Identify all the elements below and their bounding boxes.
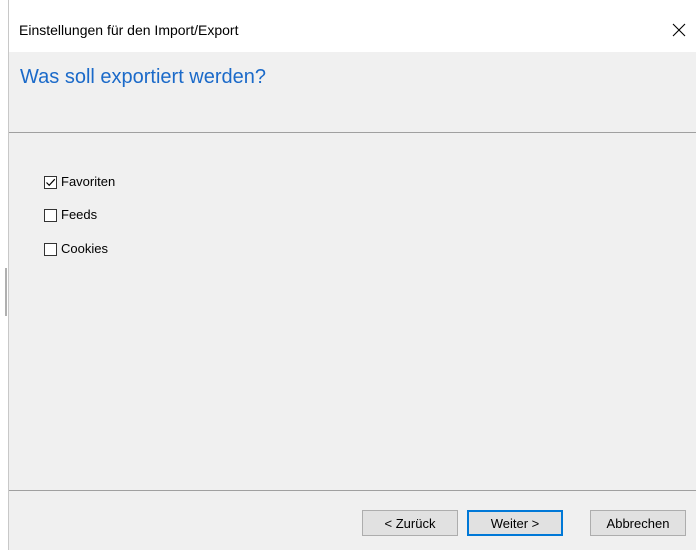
page-title: Was soll exportiert werden? bbox=[20, 66, 267, 88]
export-settings-dialog: Einstellungen für den Import/Export Was … bbox=[8, 0, 696, 550]
back-button[interactable]: < Zurück bbox=[362, 510, 458, 536]
window-title: Einstellungen für den Import/Export bbox=[19, 22, 239, 38]
background-window-edge bbox=[5, 268, 7, 316]
option-cookies[interactable]: Cookies bbox=[44, 240, 108, 258]
option-label-favoriten: Favoriten bbox=[61, 174, 116, 189]
wizard-footer: < Zurück Weiter > Abbrechen bbox=[9, 491, 696, 550]
checkbox-cookies[interactable] bbox=[44, 242, 57, 256]
option-label-cookies: Cookies bbox=[61, 241, 108, 256]
close-icon bbox=[672, 23, 686, 37]
wizard-header: Was soll exportiert werden? bbox=[9, 52, 696, 132]
title-bar: Einstellungen für den Import/Export bbox=[9, 0, 696, 52]
next-button[interactable]: Weiter > bbox=[467, 510, 563, 536]
option-label-feeds: Feeds bbox=[61, 207, 98, 222]
wizard-content: Favoriten Feeds Cookies bbox=[9, 133, 696, 490]
option-feeds[interactable]: Feeds bbox=[44, 206, 97, 224]
cancel-button[interactable]: Abbrechen bbox=[590, 510, 686, 536]
checkmark-icon bbox=[46, 178, 56, 186]
option-favoriten[interactable]: Favoriten bbox=[44, 173, 115, 191]
close-button[interactable] bbox=[661, 12, 696, 48]
checkbox-feeds[interactable] bbox=[44, 208, 57, 222]
checkbox-favoriten[interactable] bbox=[44, 175, 57, 189]
